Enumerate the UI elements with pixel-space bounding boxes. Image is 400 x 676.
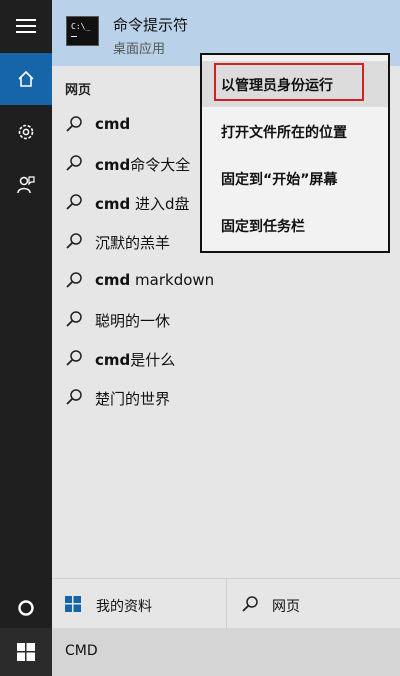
web-suggestion-text: 楚门的世界 [95, 390, 171, 408]
windows-logo-icon [65, 596, 81, 612]
menu-item-label: 打开文件所在的位置 [221, 125, 347, 141]
my-stuff-button[interactable]: 我的资料 [52, 579, 226, 629]
search-icon [66, 155, 82, 171]
best-match-title: 命令提示符 [113, 16, 189, 34]
search-icon [66, 389, 82, 405]
feedback-person-icon [17, 176, 35, 194]
search-icon [66, 311, 82, 327]
feedback-button[interactable] [0, 159, 52, 211]
search-query-text: CMD [65, 643, 98, 659]
search-icon [66, 116, 82, 132]
web-suggestion-text: cmd是什么 [95, 351, 176, 369]
hamburger-icon [16, 19, 36, 33]
settings-button[interactable] [0, 106, 52, 158]
search-icon [242, 596, 258, 612]
search-input[interactable]: CMD [52, 628, 400, 676]
web-suggestion-item[interactable]: 聪明的一休 [52, 301, 302, 337]
pin-to-start-menu-item[interactable]: 固定到“开始”屏幕 [202, 155, 388, 201]
my-stuff-label: 我的资料 [96, 599, 152, 615]
web-suggestion-item[interactable]: cmd markdown [52, 262, 302, 298]
start-button[interactable] [0, 628, 52, 676]
highlight-box [214, 63, 364, 101]
search-icon [66, 233, 82, 249]
pin-to-taskbar-menu-item[interactable]: 固定到任务栏 [202, 202, 388, 248]
web-suggestion-item[interactable]: cmd是什么 [52, 340, 302, 376]
menu-item-label: 固定到“开始”屏幕 [221, 172, 338, 188]
web-suggestion-item[interactable]: 楚门的世界 [52, 379, 302, 415]
command-prompt-icon: C:\_ [66, 16, 99, 46]
left-rail [0, 0, 52, 676]
cortana-button[interactable] [0, 582, 52, 634]
web-suggestion-text: cmd [95, 115, 131, 133]
web-suggestion-text: 沉默的羔羊 [95, 234, 171, 252]
web-section-header: 网页 [65, 83, 92, 98]
search-icon [66, 350, 82, 366]
open-file-location-menu-item[interactable]: 打开文件所在的位置 [202, 108, 388, 154]
search-filter-bar: 我的资料 网页 [52, 578, 400, 629]
web-search-label: 网页 [272, 599, 300, 615]
web-suggestion-text: cmd markdown [95, 271, 215, 289]
gear-icon [18, 124, 34, 140]
web-search-button[interactable]: 网页 [226, 579, 400, 629]
context-menu: 以管理员身份运行 打开文件所在的位置 固定到“开始”屏幕 固定到任务栏 [200, 53, 390, 253]
web-suggestion-text: cmd命令大全 [95, 156, 191, 174]
command-prompt-icon-text: C:\_ [71, 22, 91, 31]
web-suggestion-text: cmd 进入d盘 [95, 195, 190, 213]
hamburger-menu-button[interactable] [0, 0, 52, 52]
best-match-subtitle: 桌面应用 [113, 42, 166, 57]
cortana-ring-icon [18, 600, 34, 616]
search-icon [66, 194, 82, 210]
home-icon [18, 70, 34, 87]
home-button[interactable] [0, 53, 52, 105]
menu-item-label: 固定到任务栏 [221, 219, 305, 235]
web-suggestion-text: 聪明的一休 [95, 312, 171, 330]
search-icon [66, 272, 82, 288]
windows-logo-icon [17, 643, 35, 661]
